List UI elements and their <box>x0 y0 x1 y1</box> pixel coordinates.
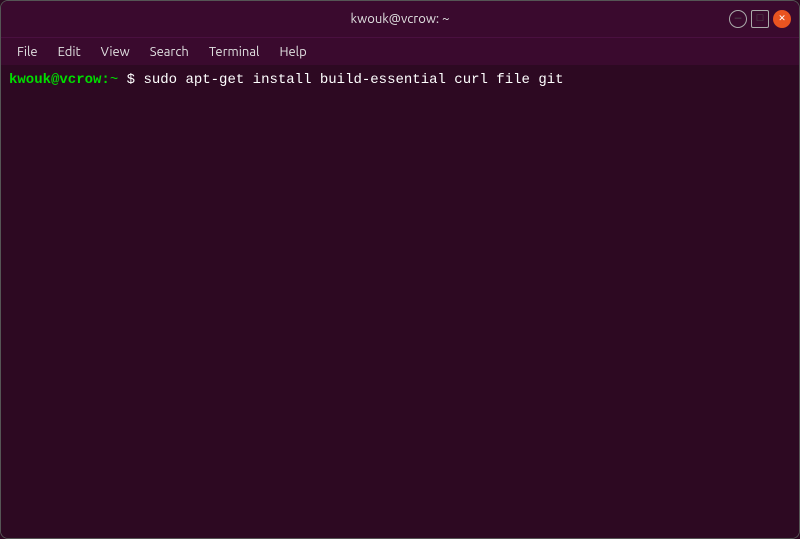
minimize-button[interactable]: — <box>729 10 747 28</box>
close-icon: ✕ <box>779 14 786 25</box>
menu-search[interactable]: Search <box>142 43 197 61</box>
menu-terminal[interactable]: Terminal <box>201 43 268 61</box>
menu-file[interactable]: File <box>9 43 46 61</box>
close-button[interactable]: ✕ <box>773 10 791 28</box>
prompt-separator: ~ <box>110 71 118 91</box>
prompt-user: kwouk@vcrow: <box>9 71 110 91</box>
terminal-window: kwouk@vcrow: ~ — □ ✕ File Edit View Sear… <box>0 0 800 539</box>
terminal-line: kwouk@vcrow:~ $ sudo apt-get install bui… <box>9 71 791 91</box>
window-title: kwouk@vcrow: ~ <box>351 12 450 26</box>
minimize-icon: — <box>735 14 742 25</box>
menu-view[interactable]: View <box>93 43 138 61</box>
titlebar: kwouk@vcrow: ~ — □ ✕ <box>1 1 799 37</box>
menu-edit[interactable]: Edit <box>50 43 89 61</box>
menu-help[interactable]: Help <box>271 43 314 61</box>
prompt-dollar: $ <box>118 71 135 91</box>
menubar: File Edit View Search Terminal Help <box>1 37 799 65</box>
terminal-body[interactable]: kwouk@vcrow:~ $ sudo apt-get install bui… <box>1 65 799 538</box>
terminal-command: sudo apt-get install build-essential cur… <box>135 71 563 91</box>
maximize-button[interactable]: □ <box>751 10 769 28</box>
maximize-icon: □ <box>757 14 764 25</box>
window-controls: — □ ✕ <box>729 10 791 28</box>
